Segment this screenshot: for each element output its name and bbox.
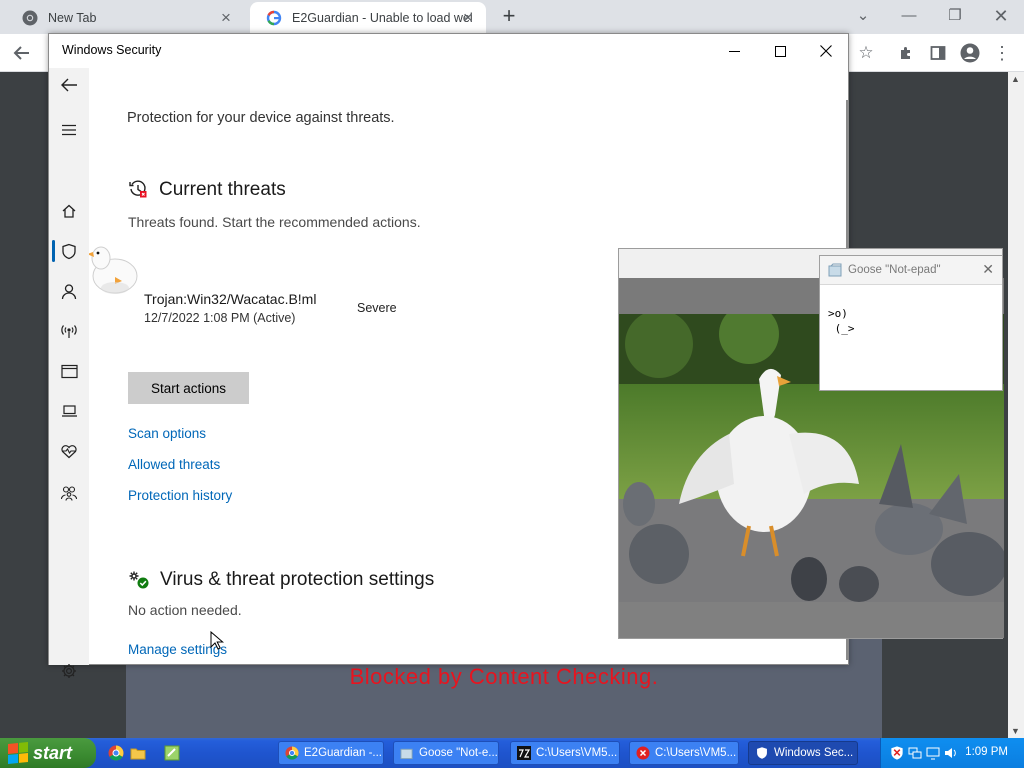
taskbar-item-e2guardian[interactable]: E2Guardian -... bbox=[278, 741, 384, 765]
taskbar-item-goose-notepad[interactable]: Goose "Not-e... bbox=[393, 741, 499, 765]
scan-options-link[interactable]: Scan options bbox=[128, 426, 206, 441]
folder-quicklaunch-icon[interactable] bbox=[130, 745, 146, 761]
security-shield-tray-icon[interactable] bbox=[889, 745, 905, 766]
close-icon[interactable]: ✕ bbox=[986, 3, 1016, 29]
close-icon[interactable]: ✕ bbox=[982, 261, 994, 278]
device-health-heart-icon[interactable] bbox=[58, 440, 80, 462]
tab-search-icon[interactable]: ⌄ bbox=[848, 3, 878, 29]
desktop-goose-icon bbox=[89, 236, 147, 305]
tab-e2guardian[interactable]: E2Guardian - Unable to load wel × bbox=[250, 2, 486, 34]
threat-severity: Severe bbox=[357, 301, 397, 315]
settings-status: No action needed. bbox=[128, 602, 242, 618]
virus-settings-heading: Virus & threat protection settings bbox=[160, 569, 435, 590]
mouse-cursor-icon bbox=[210, 630, 225, 656]
taskbar: start E2Guardian -... Goose "Not-e... C:… bbox=[0, 738, 1024, 768]
start-label: start bbox=[33, 742, 73, 763]
start-actions-button[interactable]: Start actions bbox=[128, 372, 249, 404]
taskbar-item-7zip[interactable]: C:\Users\VM5... bbox=[510, 741, 620, 765]
browser-tab-strip: New Tab × E2Guardian - Unable to load we… bbox=[0, 0, 1024, 34]
bookmark-star-icon[interactable]: ☆ bbox=[853, 40, 879, 66]
chrome-quicklaunch-icon[interactable] bbox=[108, 745, 124, 761]
tab-new-tab[interactable]: New Tab × bbox=[6, 2, 244, 34]
new-tab-button[interactable]: + bbox=[497, 5, 521, 29]
volume-tray-icon[interactable] bbox=[943, 745, 959, 766]
scroll-up-icon[interactable]: ▲ bbox=[1011, 74, 1020, 84]
taskbar-item-windows-security[interactable]: Windows Sec... bbox=[748, 741, 858, 765]
notepad-icon bbox=[828, 263, 843, 282]
error-icon bbox=[636, 746, 650, 760]
firewall-network-icon[interactable] bbox=[58, 320, 80, 342]
chrome-icon bbox=[285, 746, 299, 760]
menu-kebab-icon[interactable]: ⋮ bbox=[989, 40, 1015, 66]
taskbar-item-label: C:\Users\VM5... bbox=[655, 747, 737, 759]
shield-icon[interactable] bbox=[58, 240, 80, 262]
tab-label: New Tab bbox=[48, 11, 97, 25]
profile-avatar-icon[interactable] bbox=[957, 40, 983, 66]
taskbar-item-label: Goose "Not-e... bbox=[419, 747, 498, 759]
close-tab-icon[interactable]: × bbox=[216, 8, 236, 28]
page-intro: Protection for your device against threa… bbox=[127, 110, 395, 126]
chrome-icon bbox=[22, 10, 38, 26]
nav-selection-indicator bbox=[52, 240, 55, 262]
scroll-down-icon[interactable]: ▼ bbox=[1011, 726, 1020, 736]
minimize-button[interactable] bbox=[716, 38, 752, 64]
side-panel-icon[interactable] bbox=[925, 40, 951, 66]
windows-logo-icon bbox=[8, 741, 28, 765]
maximize-button[interactable] bbox=[762, 38, 798, 64]
page-scrollbar[interactable]: ▲ ▼ bbox=[1008, 72, 1024, 738]
tab-label: E2Guardian - Unable to load wel bbox=[292, 11, 473, 25]
goose-notepad-window[interactable]: Goose "Not-epad" ✕ >o) (_> bbox=[819, 255, 1003, 391]
current-threats-heading: Current threats bbox=[159, 179, 286, 200]
taskbar-item-error-console[interactable]: C:\Users\VM5... bbox=[629, 741, 739, 765]
restore-icon[interactable]: ❐ bbox=[940, 3, 970, 29]
blocked-message: Blocked by Content Checking. bbox=[349, 664, 659, 689]
allowed-threats-link[interactable]: Allowed threats bbox=[128, 457, 220, 472]
account-person-icon[interactable] bbox=[58, 280, 80, 302]
minimize-icon[interactable]: — bbox=[894, 3, 924, 29]
taskbar-item-label: E2Guardian -... bbox=[304, 747, 382, 759]
google-icon bbox=[266, 10, 282, 26]
back-arrow-icon[interactable] bbox=[9, 40, 35, 66]
extensions-icon[interactable] bbox=[893, 40, 919, 66]
7zip-icon bbox=[517, 746, 531, 760]
app-browser-control-icon[interactable] bbox=[58, 360, 80, 382]
window-title: Windows Security bbox=[62, 43, 162, 57]
notepad-icon bbox=[400, 746, 414, 760]
device-security-laptop-icon[interactable] bbox=[58, 400, 80, 422]
notepad-line: (_> bbox=[828, 322, 855, 335]
image-frame-bottom bbox=[619, 602, 1004, 638]
notepad-line: >o) bbox=[828, 307, 848, 320]
close-button[interactable] bbox=[808, 38, 844, 64]
back-arrow-icon[interactable] bbox=[58, 74, 80, 96]
family-options-icon[interactable] bbox=[58, 482, 80, 504]
notepad-title: Goose "Not-epad" bbox=[848, 264, 941, 276]
home-icon[interactable] bbox=[58, 200, 80, 222]
settings-gear-icon[interactable] bbox=[58, 660, 80, 682]
threat-history-icon bbox=[128, 179, 148, 204]
settings-gear-check-icon bbox=[128, 570, 150, 595]
notepad-quicklaunch-icon[interactable] bbox=[164, 745, 180, 761]
display-tray-icon[interactable] bbox=[925, 745, 941, 766]
current-threats-subtitle: Threats found. Start the recommended act… bbox=[128, 214, 421, 230]
nav-rail bbox=[49, 68, 89, 678]
notepad-title-bar[interactable]: Goose "Not-epad" ✕ bbox=[820, 256, 1002, 285]
taskbar-item-label: C:\Users\VM5... bbox=[536, 747, 618, 759]
threat-date: 12/7/2022 1:08 PM (Active) bbox=[144, 311, 296, 325]
clock[interactable]: 1:09 PM bbox=[965, 746, 1008, 758]
system-tray: 1:09 PM bbox=[880, 738, 1024, 768]
hamburger-menu-icon[interactable] bbox=[58, 119, 80, 141]
start-button[interactable]: start bbox=[0, 738, 96, 768]
taskbar-item-label: Windows Sec... bbox=[774, 747, 854, 759]
threat-name[interactable]: Trojan:Win32/Wacatac.B!ml bbox=[144, 291, 316, 307]
close-tab-icon[interactable]: × bbox=[458, 8, 478, 28]
notepad-text[interactable]: >o) (_> bbox=[828, 306, 855, 336]
network-tray-icon[interactable] bbox=[907, 745, 923, 766]
protection-history-link[interactable]: Protection history bbox=[128, 488, 232, 503]
shield-icon bbox=[755, 746, 769, 760]
